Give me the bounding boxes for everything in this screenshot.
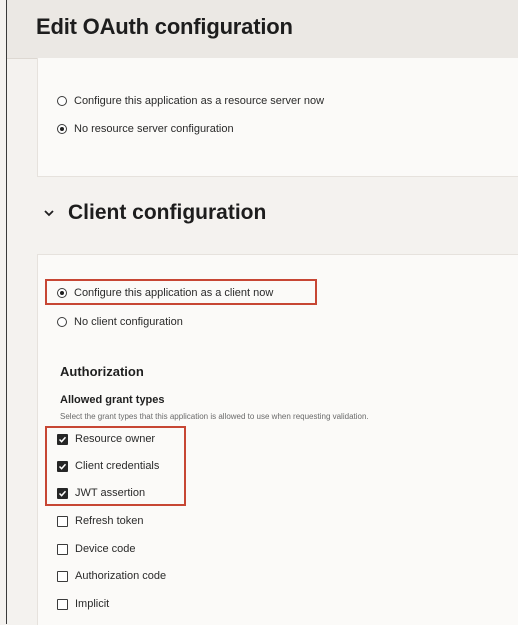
checkbox[interactable] [57,515,68,527]
checkbox-label: Client credentials [75,460,160,472]
radio-button[interactable] [57,317,67,327]
radio-button[interactable] [57,124,67,134]
radio-label: Configure this application as a resource… [74,95,325,107]
checkbox[interactable] [57,598,68,610]
checkbox[interactable] [57,570,68,582]
radio-no-resource-server[interactable]: No resource server configuration [57,123,234,135]
radio-client-now[interactable]: Configure this application as a client n… [57,287,273,299]
radio-button[interactable] [57,96,67,106]
page-title: Edit OAuth configuration [36,14,293,39]
checkbox[interactable] [57,487,68,499]
grant-types-heading: Allowed grant types [60,394,165,406]
checkbox-label: Authorization code [75,570,167,582]
authorization-heading: Authorization [60,364,144,379]
checkbox[interactable] [57,460,68,472]
checkbox-implicit[interactable]: Implicit [57,598,109,610]
checkmark-icon [58,490,67,497]
checkbox-authorization-code[interactable]: Authorization code [57,570,166,582]
chevron-down-icon[interactable] [43,207,55,219]
checkbox-device-code[interactable]: Device code [57,543,136,555]
checkbox-label: Implicit [75,598,110,610]
checkbox-jwt-assertion[interactable]: JWT assertion [57,487,145,499]
checkmark-icon [58,463,67,470]
radio-label: Configure this application as a client n… [74,287,274,299]
checkbox-label: Refresh token [75,515,144,527]
client-configuration-section-toggle[interactable]: Client configuration [43,201,266,225]
checkbox-client-credentials[interactable]: Client credentials [57,460,159,472]
checkbox[interactable] [57,543,68,555]
radio-label: No client configuration [74,316,183,328]
checkbox-refresh-token[interactable]: Refresh token [57,515,143,527]
dialog-frame: Edit OAuth configuration Configure this … [6,0,518,625]
checkbox-label: JWT assertion [75,487,146,499]
checkbox-label: Resource owner [75,433,156,445]
grant-types-help-text: Select the grant types that this applica… [60,412,369,421]
checkbox-label: Device code [75,543,136,555]
checkbox-resource-owner[interactable]: Resource owner [57,433,155,445]
resource-server-card [37,58,518,177]
checkmark-icon [58,436,67,443]
radio-label: No resource server configuration [74,123,234,135]
section-title: Client configuration [68,201,267,224]
radio-resource-server-now[interactable]: Configure this application as a resource… [57,95,324,107]
checkbox[interactable] [57,433,68,445]
dialog-header: Edit OAuth configuration [7,0,518,59]
radio-button[interactable] [57,288,67,298]
radio-no-client[interactable]: No client configuration [57,316,183,328]
